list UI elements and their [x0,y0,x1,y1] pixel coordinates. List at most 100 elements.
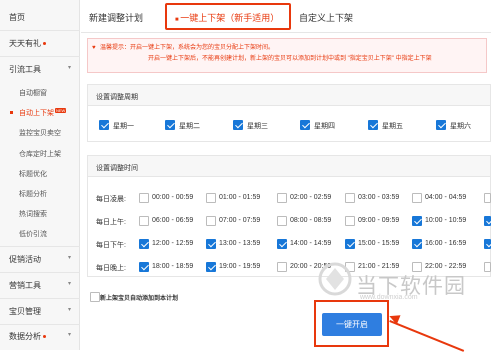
time-slot-checkbox[interactable] [139,262,149,272]
sidebar-item-label: 天天有礼 [9,39,41,48]
time-slot-checkbox[interactable] [139,239,149,249]
day-checkbox[interactable] [99,120,109,130]
sidebar-item-label: 低价引流 [19,231,47,238]
sidebar-item-data-analysis[interactable]: 数据分析 ▾ [0,331,80,342]
chevron-down-icon: ▾ [67,65,71,71]
sidebar-item-label: 引流工具 [9,65,41,74]
tab-label: 一键上下架（新手适用） [180,13,280,23]
time-slot-label: 10:00 - 10:59 [425,217,467,224]
section-title: 设置调整时间 [88,156,490,177]
sidebar-item-title-analysis[interactable]: 标题分析 [0,189,80,199]
time-slot-checkbox[interactable] [412,216,422,226]
time-slot-checkbox[interactable] [484,262,491,272]
time-slot-label: 09:00 - 09:59 [358,217,400,224]
time-slot-checkbox[interactable] [277,239,287,249]
time-slot-checkbox[interactable] [484,193,491,203]
tab-custom-shelf[interactable]: 自定义上下架 [299,11,353,24]
sidebar-item-label: 宝贝管理 [9,307,41,316]
start-button[interactable]: 一键开启 [322,313,382,336]
time-row-label: 每日下午: [96,242,126,249]
tab-one-click-shelf[interactable]: ■ 一键上下架（新手适用） [175,11,279,24]
sidebar-item-home[interactable]: 首页 [0,12,80,23]
time-slot-label: 22:00 - 22:59 [425,263,467,270]
divider [0,298,80,299]
divider [0,30,80,31]
time-slot-checkbox[interactable] [345,239,355,249]
divider [0,246,80,247]
time-slot-label: 14:00 - 14:59 [290,240,332,247]
time-slot-checkbox[interactable] [277,262,287,272]
tab-new-plan[interactable]: 新建调整计划 [89,11,143,24]
warning-icon: ♥ [92,45,96,51]
watermark-logo-icon [318,262,352,296]
time-slot-checkbox[interactable] [139,216,149,226]
day-checkbox[interactable] [233,120,243,130]
day-checkbox[interactable] [368,120,378,130]
time-slot-label: 06:00 - 06:59 [152,217,194,224]
sidebar-item-label: 促销活动 [9,255,41,264]
time-row-label: 每日晚上: [96,265,126,272]
time-slot-checkbox[interactable] [206,239,216,249]
day-label: 星期三 [247,123,268,130]
sidebar-item-daily-gift[interactable]: 天天有礼 [0,38,80,49]
time-slot-checkbox[interactable] [345,216,355,226]
time-slot-label: 02:00 - 02:59 [290,194,332,201]
time-slot-checkbox[interactable] [206,262,216,272]
time-slot-checkbox[interactable] [412,239,422,249]
time-slot-checkbox[interactable] [484,239,491,249]
sidebar: 首页 天天有礼 引流工具 ▾ 自动橱窗 自动上下架 NEW 监控宝贝卖空 仓库定时上… [0,0,80,350]
time-slot-label: 03:00 - 03:59 [358,194,400,201]
time-slot-label: 13:00 - 13:59 [219,240,261,247]
time-row-label: 每日凌晨: [96,196,126,203]
sidebar-item-item-manage[interactable]: 宝贝管理 ▾ [0,306,80,317]
sidebar-item-marketing[interactable]: 营销工具 ▾ [0,280,80,291]
sidebar-item-label: 监控宝贝卖空 [19,130,61,137]
sidebar-item-label: 标题优化 [19,171,47,178]
sidebar-item-label: 热词搜索 [19,211,47,218]
time-slot-label: 15:00 - 15:59 [358,240,400,247]
sidebar-item-warehouse-timer[interactable]: 仓库定时上架 [0,149,80,159]
sidebar-item-label: 营销工具 [9,281,41,290]
tip-banner: ♥ 温馨提示：开启一键上下架，系统会为您的宝贝分配上下架时间。 开启一键上下架后… [87,38,487,73]
section-title: 设置调整周期 [88,85,490,106]
divider [0,272,80,273]
notification-dot [43,335,46,339]
time-slot-checkbox[interactable] [345,193,355,203]
day-checkbox[interactable] [300,120,310,130]
time-slot-checkbox[interactable] [139,193,149,203]
sidebar-item-label: 仓库定时上架 [19,151,61,158]
time-slot-checkbox[interactable] [277,193,287,203]
notification-dot [43,42,46,46]
time-slot-checkbox[interactable] [277,216,287,226]
sidebar-item-label: 自动上下架 [19,110,54,117]
sidebar-item-auto-window[interactable]: 自动橱窗 [0,88,80,98]
day-checkbox[interactable] [436,120,446,130]
day-label: 星期二 [179,123,200,130]
sidebar-item-label: 自动橱窗 [19,90,47,97]
chevron-down-icon: ▾ [67,332,71,338]
day-label: 星期六 [450,123,471,130]
sidebar-item-title-optimize[interactable]: 标题优化 [0,169,80,179]
chevron-down-icon: ▾ [67,255,71,261]
auto-add-checkbox[interactable] [90,292,100,302]
time-slot-checkbox[interactable] [206,193,216,203]
time-row-label: 每日上午: [96,219,126,226]
time-slot-checkbox[interactable] [484,216,491,226]
divider [0,324,80,325]
tip-line-2: 开启一键上下架后，不能再创建计划，新上架的宝贝可以添加到计划中或到 "指定宝贝上… [148,56,432,62]
sidebar-item-low-price[interactable]: 低价引流 [0,229,80,239]
chevron-down-icon: ▾ [67,281,71,287]
sidebar-item-auto-shelf[interactable]: 自动上下架 NEW [0,108,80,118]
cycle-section: 设置调整周期 [87,84,491,142]
sidebar-item-traffic-tools[interactable]: 引流工具 ▾ [0,64,80,75]
sidebar-item-promotions[interactable]: 促销活动 ▾ [0,254,80,265]
time-slot-checkbox[interactable] [206,216,216,226]
time-slot-label: 04:00 - 04:59 [425,194,467,201]
new-badge: NEW [55,108,67,113]
time-slot-checkbox[interactable] [412,193,422,203]
time-slot-label: 12:00 - 12:59 [152,240,194,247]
day-checkbox[interactable] [165,120,175,130]
sidebar-item-hot-words[interactable]: 热词搜索 [0,209,80,219]
sidebar-item-label: 标题分析 [19,191,47,198]
sidebar-item-soldout-monitor[interactable]: 监控宝贝卖空 [0,128,80,138]
